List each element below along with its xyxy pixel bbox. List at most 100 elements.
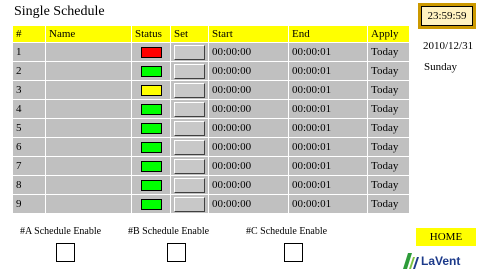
row-start-time[interactable]: 00:00:00 xyxy=(208,80,289,100)
row-name[interactable] xyxy=(45,118,132,138)
row-apply[interactable]: Today xyxy=(367,80,410,100)
table-row[interactable]: 2 00:00:00 00:00:01 Today xyxy=(12,61,410,81)
row-status xyxy=(131,175,171,195)
row-name[interactable] xyxy=(45,156,132,176)
row-apply[interactable]: Today xyxy=(367,99,410,119)
row-status xyxy=(131,42,171,62)
header-start: Start xyxy=(208,25,289,43)
set-button[interactable] xyxy=(174,63,205,79)
table-row[interactable]: 8 00:00:00 00:00:01 Today xyxy=(12,175,410,195)
row-end-time[interactable]: 00:00:01 xyxy=(288,156,368,176)
status-indicator xyxy=(140,103,162,115)
row-set xyxy=(170,194,209,214)
row-apply[interactable]: Today xyxy=(367,61,410,81)
home-button[interactable]: HOME xyxy=(416,228,476,246)
row-end-time[interactable]: 00:00:01 xyxy=(288,99,368,119)
status-indicator xyxy=(140,179,162,191)
schedule-table: # Name Status Set Start End Apply 1 00:00… xyxy=(12,25,410,214)
row-set xyxy=(170,118,209,138)
row-name[interactable] xyxy=(45,80,132,100)
table-row[interactable]: 1 00:00:00 00:00:01 Today xyxy=(12,42,410,62)
set-button[interactable] xyxy=(174,196,205,212)
row-apply[interactable]: Today xyxy=(367,194,410,214)
row-apply[interactable]: Today xyxy=(367,175,410,195)
enable-a-checkbox[interactable] xyxy=(56,243,75,262)
date-label: 2010/12/31 xyxy=(423,40,474,52)
row-end-time[interactable]: 00:00:01 xyxy=(288,137,368,157)
set-button[interactable] xyxy=(174,44,205,60)
table-row[interactable]: 4 00:00:00 00:00:01 Today xyxy=(12,99,410,119)
row-apply[interactable]: Today xyxy=(367,156,410,176)
enable-c-label: #C Schedule Enable xyxy=(246,226,328,237)
row-start-time[interactable]: 00:00:00 xyxy=(208,194,289,214)
row-name[interactable] xyxy=(45,42,132,62)
row-start-time[interactable]: 00:00:00 xyxy=(208,156,289,176)
row-name[interactable] xyxy=(45,137,132,157)
row-status xyxy=(131,61,171,81)
table-row[interactable]: 5 00:00:00 00:00:01 Today xyxy=(12,118,410,138)
header-apply: Apply xyxy=(367,25,410,43)
row-start-time[interactable]: 00:00:00 xyxy=(208,42,289,62)
logo-text: LaVent xyxy=(421,254,461,268)
clock-display[interactable]: 23:59:59 xyxy=(418,3,476,29)
row-apply[interactable]: Today xyxy=(367,42,410,62)
enable-b-checkbox[interactable] xyxy=(167,243,186,262)
status-indicator xyxy=(140,198,162,210)
table-row[interactable]: 3 00:00:00 00:00:01 Today xyxy=(12,80,410,100)
row-number: 5 xyxy=(12,118,46,138)
enable-c-checkbox[interactable] xyxy=(284,243,303,262)
row-name[interactable] xyxy=(45,175,132,195)
row-status xyxy=(131,99,171,119)
row-number: 8 xyxy=(12,175,46,195)
row-end-time[interactable]: 00:00:01 xyxy=(288,42,368,62)
row-status xyxy=(131,118,171,138)
row-start-time[interactable]: 00:00:00 xyxy=(208,99,289,119)
status-indicator xyxy=(140,46,162,58)
header-name: Name xyxy=(45,25,132,43)
row-start-time[interactable]: 00:00:00 xyxy=(208,118,289,138)
row-end-time[interactable]: 00:00:01 xyxy=(288,118,368,138)
row-number: 9 xyxy=(12,194,46,214)
row-set xyxy=(170,175,209,195)
row-start-time[interactable]: 00:00:00 xyxy=(208,175,289,195)
row-number: 2 xyxy=(12,61,46,81)
clock-time: 23:59:59 xyxy=(421,6,473,26)
row-end-time[interactable]: 00:00:01 xyxy=(288,175,368,195)
row-end-time[interactable]: 00:00:01 xyxy=(288,80,368,100)
set-button[interactable] xyxy=(174,82,205,98)
row-status xyxy=(131,156,171,176)
set-button[interactable] xyxy=(174,177,205,193)
header-num: # xyxy=(12,25,46,43)
row-status xyxy=(131,80,171,100)
row-name[interactable] xyxy=(45,99,132,119)
set-button[interactable] xyxy=(174,101,205,117)
row-end-time[interactable]: 00:00:01 xyxy=(288,194,368,214)
enable-a-label: #A Schedule Enable xyxy=(20,226,102,237)
row-name[interactable] xyxy=(45,194,132,214)
row-number: 7 xyxy=(12,156,46,176)
row-status xyxy=(131,194,171,214)
row-set xyxy=(170,99,209,119)
row-number: 4 xyxy=(12,99,46,119)
status-indicator xyxy=(140,122,162,134)
enable-b-label: #B Schedule Enable xyxy=(128,226,210,237)
row-set xyxy=(170,80,209,100)
row-start-time[interactable]: 00:00:00 xyxy=(208,61,289,81)
table-row[interactable]: 9 00:00:00 00:00:01 Today xyxy=(12,194,410,214)
row-apply[interactable]: Today xyxy=(367,118,410,138)
set-button[interactable] xyxy=(174,139,205,155)
lavent-logo-icon xyxy=(403,253,419,269)
header-end: End xyxy=(288,25,368,43)
row-end-time[interactable]: 00:00:01 xyxy=(288,61,368,81)
row-apply[interactable]: Today xyxy=(367,137,410,157)
set-button[interactable] xyxy=(174,120,205,136)
table-row[interactable]: 6 00:00:00 00:00:01 Today xyxy=(12,137,410,157)
table-row[interactable]: 7 00:00:00 00:00:01 Today xyxy=(12,156,410,176)
row-start-time[interactable]: 00:00:00 xyxy=(208,137,289,157)
set-button[interactable] xyxy=(174,158,205,174)
row-set xyxy=(170,137,209,157)
page-title: Single Schedule xyxy=(14,4,105,19)
row-number: 3 xyxy=(12,80,46,100)
row-name[interactable] xyxy=(45,61,132,81)
row-number: 6 xyxy=(12,137,46,157)
